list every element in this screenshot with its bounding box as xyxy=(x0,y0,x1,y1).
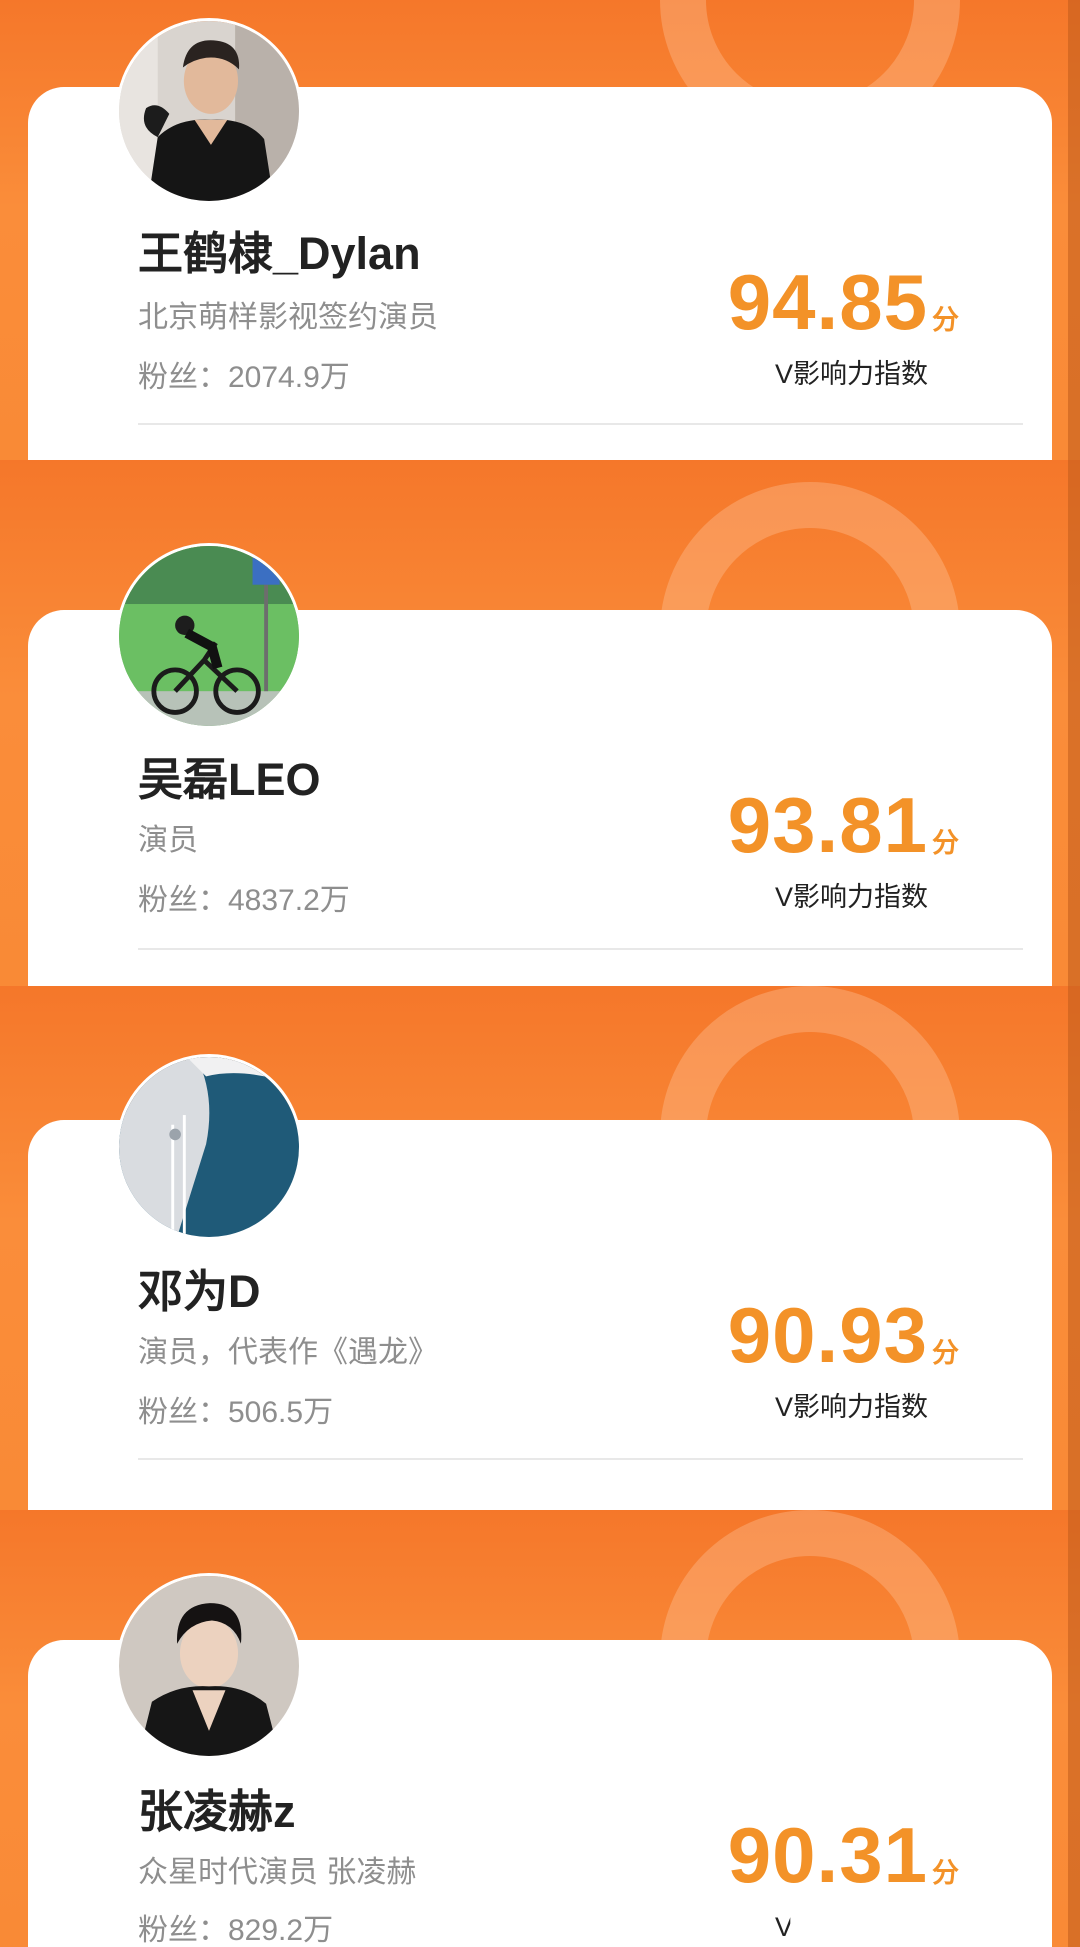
fans-value: 2074.9万 xyxy=(228,361,350,394)
score-value: 94.85 xyxy=(727,258,928,346)
divider xyxy=(138,948,1023,950)
fans-count: 粉丝：829.2万 xyxy=(138,1905,333,1947)
ranking-panel-4: 张凌赫z 众星时代演员 张凌赫 粉丝：829.2万 90.31 分 V影响力指数 xyxy=(0,1510,1080,1947)
influence-score: 93.81 分 xyxy=(728,780,959,871)
avatar-photo-icon xyxy=(119,1576,299,1756)
divider xyxy=(138,1458,1023,1460)
fans-label: 粉丝： xyxy=(138,884,228,917)
ranking-panel-3: 邓为D 演员，代表作《遇龙》 粉丝：506.5万 90.93 分 V影响力指数 xyxy=(0,986,1080,1510)
ranking-panel-2: 吴磊LEO 演员 粉丝：4837.2万 93.81 分 V影响力指数 xyxy=(0,460,1080,986)
panel-edge xyxy=(1068,1510,1080,1947)
ranking-panel-1: 王鹤棣_Dylan 北京萌样影视签约演员 粉丝：2074.9万 94.85 分 V… xyxy=(0,0,1080,460)
fans-count: 粉丝：2074.9万 xyxy=(138,352,350,396)
fans-count: 粉丝：4837.2万 xyxy=(138,875,350,919)
panel-edge xyxy=(1068,460,1080,986)
avatar-photo-icon xyxy=(119,546,299,726)
divider xyxy=(138,423,1023,425)
user-name[interactable]: 邓为D xyxy=(138,1255,261,1320)
influence-score: 94.85 分 xyxy=(728,257,959,348)
user-description: 演员，代表作《遇龙》 xyxy=(138,1336,438,1369)
user-description: 演员 xyxy=(138,824,198,857)
score-value: 90.93 xyxy=(727,1291,928,1379)
index-label: V影响力指数 xyxy=(774,1912,928,1942)
fans-label: 粉丝： xyxy=(138,1396,228,1429)
user-name[interactable]: 张凌赫z xyxy=(138,1775,296,1840)
fans-label: 粉丝： xyxy=(138,1914,228,1947)
score-unit: 分 xyxy=(932,828,959,858)
avatar-leo[interactable] xyxy=(116,543,302,729)
user-name[interactable]: 王鹤棣_Dylan xyxy=(138,217,421,282)
avatar-photo-icon xyxy=(119,1057,299,1237)
fans-label: 粉丝： xyxy=(138,361,228,394)
panel-edge xyxy=(1068,986,1080,1510)
avatar-zhanglinghe[interactable] xyxy=(116,1573,302,1759)
fans-value: 506.5万 xyxy=(228,1396,334,1429)
user-description: 众星时代演员 张凌赫 xyxy=(138,1856,417,1889)
score-value: 93.81 xyxy=(727,781,928,869)
score-unit: 分 xyxy=(932,305,959,335)
score-unit: 分 xyxy=(932,1858,959,1888)
avatar-dylan[interactable] xyxy=(116,18,302,204)
index-label: V影响力指数 xyxy=(774,1392,928,1422)
influence-score: 90.31 分 xyxy=(728,1810,959,1901)
index-label: V影响力指数 xyxy=(774,359,928,389)
fans-value: 4837.2万 xyxy=(228,884,350,917)
fans-count: 粉丝：506.5万 xyxy=(138,1387,333,1431)
avatar-dengwei[interactable] xyxy=(116,1054,302,1240)
panel-edge xyxy=(1068,0,1080,460)
score-unit: 分 xyxy=(932,1338,959,1368)
avatar-photo-icon xyxy=(119,21,299,201)
influence-score: 90.93 分 xyxy=(728,1290,959,1381)
fans-value: 829.2万 xyxy=(228,1914,334,1947)
user-name[interactable]: 吴磊LEO xyxy=(138,743,321,808)
score-value: 90.31 xyxy=(727,1811,928,1899)
user-description: 北京萌样影视签约演员 xyxy=(138,301,438,334)
index-label: V影响力指数 xyxy=(774,882,928,912)
